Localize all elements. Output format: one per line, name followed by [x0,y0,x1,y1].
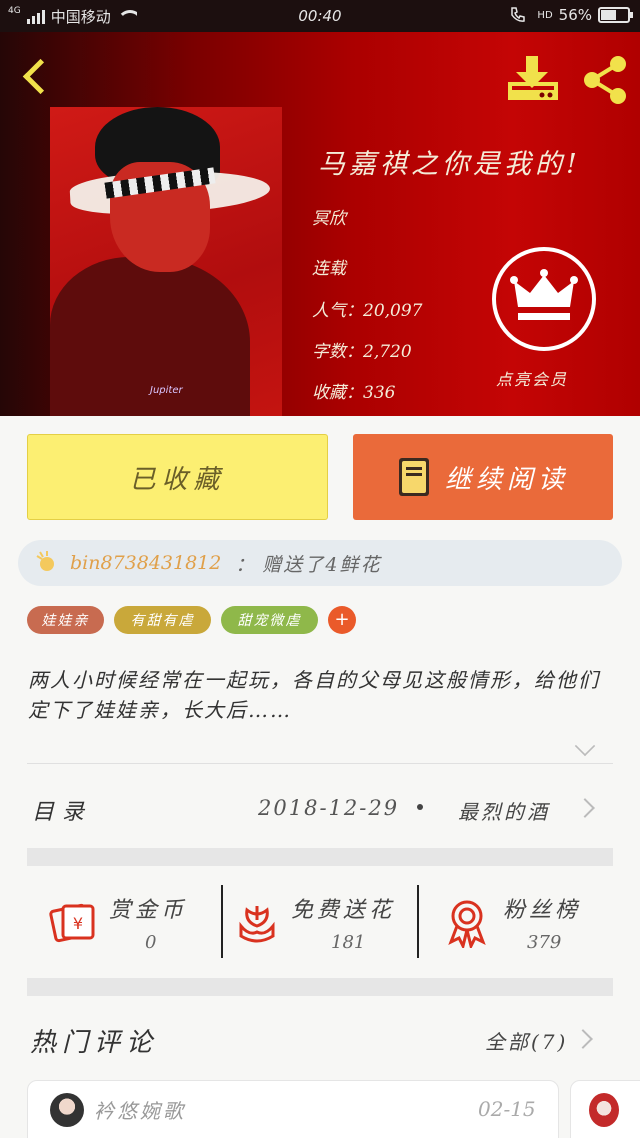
continue-reading-button[interactable]: 继续阅读 [353,434,613,520]
expand-description-icon[interactable] [574,735,596,757]
book-icon [398,458,429,496]
comment-user: 衿悠婉歌 [94,1099,186,1123]
gift-text: 赠送了4鲜花 [262,553,382,576]
avatar[interactable] [50,1093,84,1127]
phone-hd-icon [511,7,526,22]
stat-fan-ranking[interactable]: 粉丝榜 379 [419,886,613,962]
gift-user[interactable]: bin8738431812 [70,552,221,574]
share-icon[interactable] [578,54,632,108]
divider [27,763,613,764]
back-button[interactable] [12,52,60,100]
chevron-right-icon [575,798,595,818]
stat-free-flowers[interactable]: 免费送花 181 [223,886,417,962]
book-favorites: 收藏：336 [312,383,396,403]
vip-label[interactable]: 点亮会员 [496,366,568,390]
medal-icon [448,900,486,948]
tag-chip[interactable]: 甜宠微虐 [221,606,318,634]
stat-value: 379 [527,932,562,953]
stat-label: 赏金币 [109,898,188,923]
gift-banner[interactable]: bin8738431812 ： 赠送了4鲜花 [18,540,622,586]
stat-value: 181 [331,932,366,953]
all-comments-label: 全部(7) [485,1030,569,1054]
gift-separator: ： [235,553,257,576]
book-title: 马嘉祺之你是我的! [318,149,581,180]
comment-card[interactable]: 衿悠婉歌 02-15 [27,1080,559,1138]
book-status: 连载 [312,259,346,279]
favorited-button[interactable]: 已收藏 [27,434,328,520]
comment-card[interactable] [570,1080,640,1138]
catalog-date: 2018-12-29 [258,796,400,820]
book-cover[interactable]: Jupiter [50,107,282,416]
stat-reward-coins[interactable]: ¥ 赏金币 0 [27,886,221,962]
avatar[interactable] [589,1093,619,1127]
tag-chip[interactable]: 有甜有虐 [114,606,211,634]
battery-icon [598,7,633,23]
book-word-count: 字数：2,720 [312,342,412,362]
flower-icon [239,906,275,943]
download-icon[interactable] [506,54,560,104]
book-popularity: 人气：20,097 [312,301,423,321]
separator-dot [417,804,423,810]
status-right: HD 56% [509,6,633,24]
latest-chapter: 最烈的酒 [458,800,550,824]
flower-gift-icon [36,551,54,571]
chevron-right-icon [573,1029,593,1049]
cover-signature: Jupiter [150,385,183,396]
hd-badge: HD [537,9,553,21]
section-band [27,978,613,996]
tag-chip[interactable]: 娃娃亲 [27,606,104,634]
book-header: Jupiter 马嘉祺之你是我的! 冥欣 连载 人气：20,097 字数：2,7… [0,32,640,416]
stat-value: 0 [145,932,157,953]
battery-percent: 56% [558,6,592,24]
crown-icon [510,269,578,320]
status-bar: 4G 中国移动 00:40 HD 56% [0,0,640,32]
battery-fill [601,10,616,20]
svg-text:¥: ¥ [73,914,83,933]
stat-label: 粉丝榜 [503,898,582,923]
red-envelope-icon: ¥ [49,903,95,943]
hot-comments-title: 热门评论 [30,1028,159,1058]
stat-label: 免费送花 [291,898,396,923]
add-tag-button[interactable]: + [328,606,356,634]
continue-reading-label: 继续阅读 [444,464,569,495]
book-description: 两人小时候经常在一起玩，各自的父母见这般情形，给他们定下了娃娃亲，长大后…… [28,668,600,722]
vip-badge[interactable] [492,247,596,351]
comment-date: 02-15 [478,1097,536,1121]
section-band [27,848,613,866]
catalog-label: 目录 [32,800,93,825]
book-author[interactable]: 冥欣 [312,204,346,229]
